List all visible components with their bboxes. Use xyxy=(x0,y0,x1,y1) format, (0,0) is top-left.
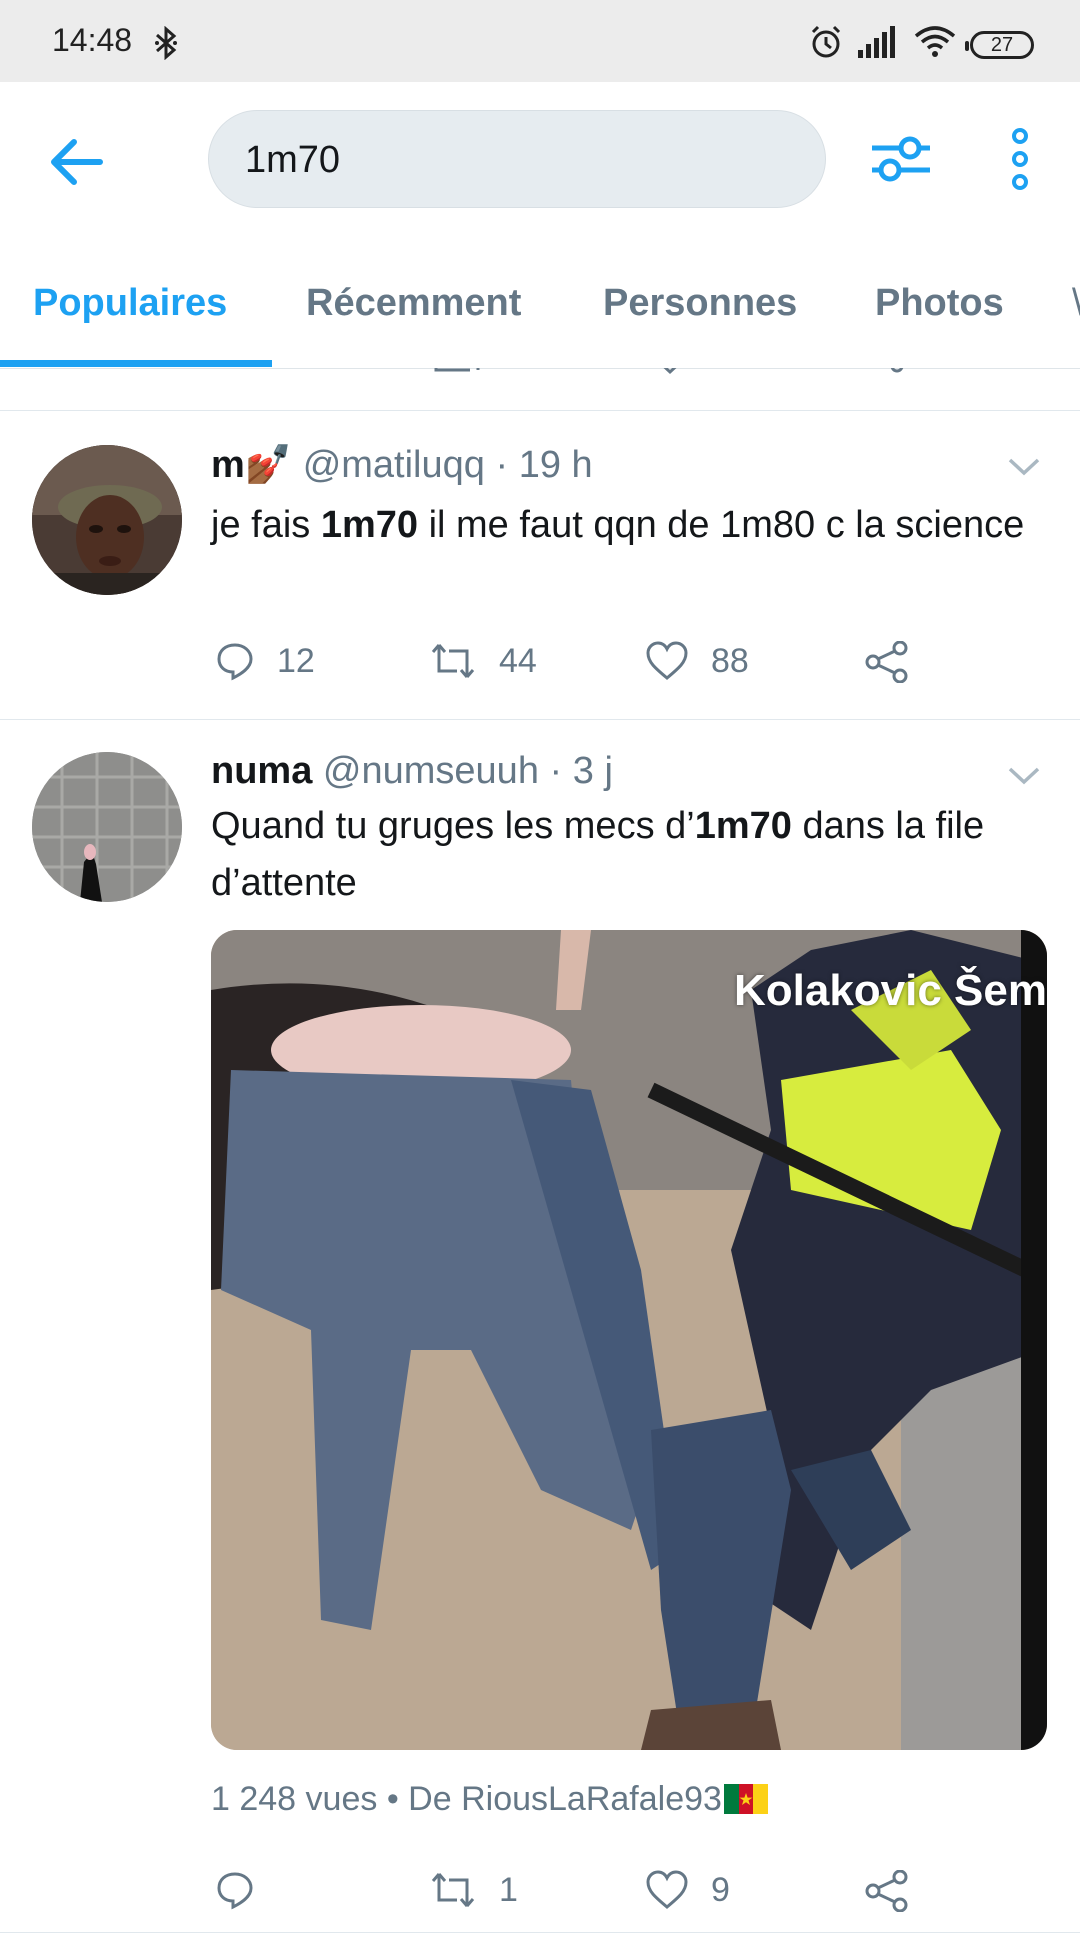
tweet-actions: 1 9 xyxy=(211,1870,931,1920)
more-vertical-icon[interactable] xyxy=(1004,126,1036,192)
search-highlight: 1m70 xyxy=(694,805,792,847)
share-button[interactable] xyxy=(865,1870,909,1912)
caption-separator: • xyxy=(386,1780,409,1818)
active-tab-indicator xyxy=(0,360,272,367)
signal-icon xyxy=(858,26,900,63)
share-icon xyxy=(865,1870,909,1912)
timestamp: 19 h xyxy=(518,444,593,486)
meta-separator: · xyxy=(538,750,573,792)
meta-separator: · xyxy=(484,444,519,486)
share-button[interactable] xyxy=(865,641,909,683)
like-button[interactable]: 88 xyxy=(645,641,749,681)
tweet-text: je fais 1m70 il me faut qqn de 1m80 c la… xyxy=(211,504,1025,546)
view-count: 1 248 vues xyxy=(211,1780,378,1818)
avatar[interactable] xyxy=(32,445,182,595)
retweet-button[interactable]: 44 xyxy=(429,641,537,681)
search-tabs: Populaires Récemment Personnes Photos \ xyxy=(0,242,1080,369)
heart-icon xyxy=(645,641,689,681)
battery-icon: 27 xyxy=(965,30,1034,59)
tab-personnes[interactable]: Personnes xyxy=(603,282,797,325)
status-bar: 14:48 27 xyxy=(0,0,1080,82)
reply-icon xyxy=(215,1870,255,1910)
reply-button[interactable]: 12 xyxy=(215,641,315,681)
timestamp: 3 j xyxy=(572,750,613,792)
previous-tweet-actions xyxy=(0,368,1080,410)
tweet-header: m💅🏾 @matiluqq · 19 h xyxy=(211,443,593,487)
chevron-down-icon[interactable] xyxy=(1004,451,1044,481)
heart-icon xyxy=(645,1870,689,1910)
avatar[interactable] xyxy=(32,752,182,902)
tab-photos[interactable]: Photos xyxy=(875,282,1004,325)
back-arrow-icon[interactable] xyxy=(48,134,108,190)
divider xyxy=(0,1932,1080,1933)
retweet-icon xyxy=(429,1870,477,1910)
tweet-text: Quand tu gruges les mecs d’1m70 dans la … xyxy=(211,805,985,904)
handle[interactable]: @numseuuh xyxy=(323,750,539,792)
search-input[interactable]: 1m70 xyxy=(208,110,826,208)
like-button[interactable]: 9 xyxy=(645,1870,730,1910)
chevron-down-icon[interactable] xyxy=(1004,760,1044,790)
video-media[interactable]: Kolakovic Šem xyxy=(211,930,1047,1750)
tweet-actions: 12 44 88 xyxy=(211,641,931,691)
media-caption: 1 248 vues • De RiousLaRafale93 xyxy=(211,1780,768,1819)
retweet-icon xyxy=(429,641,477,681)
bluetooth-icon xyxy=(154,25,178,65)
display-name[interactable]: m xyxy=(211,444,245,486)
reply-count: 12 xyxy=(277,641,315,680)
reply-button[interactable] xyxy=(215,1870,277,1910)
reply-icon xyxy=(215,641,255,681)
retweet-count: 1 xyxy=(499,1870,518,1909)
source-link[interactable]: De RiousLaRafale93 xyxy=(408,1780,722,1818)
display-name[interactable]: numa xyxy=(211,750,312,792)
search-highlight: 1m70 xyxy=(320,504,419,546)
name-emoji: 💅🏾 xyxy=(244,444,293,486)
video-watermark: Kolakovic Šem xyxy=(733,966,1047,1015)
tab-overflow-indicator: \ xyxy=(1072,282,1080,325)
share-icon xyxy=(865,641,909,683)
retweet-button[interactable]: 1 xyxy=(429,1870,518,1910)
tweet-header: numa @numseuuh · 3 j xyxy=(211,750,613,793)
handle[interactable]: @matiluqq xyxy=(303,444,485,486)
search-header: 1m70 xyxy=(0,82,1080,242)
retweet-count: 44 xyxy=(499,641,537,680)
cameroon-flag-icon xyxy=(723,1784,768,1814)
alarm-icon xyxy=(808,24,844,65)
tab-populaires[interactable]: Populaires xyxy=(33,282,227,325)
status-time: 14:48 xyxy=(52,22,133,58)
filter-icon[interactable] xyxy=(868,126,934,192)
like-count: 88 xyxy=(711,641,749,680)
tweet[interactable]: numa @numseuuh · 3 j Quand tu gruges les… xyxy=(0,720,1080,1932)
tab-recemment[interactable]: Récemment xyxy=(306,282,521,325)
wifi-icon xyxy=(914,26,956,63)
tweet[interactable]: m💅🏾 @matiluqq · 19 h je fais 1m70 il me … xyxy=(0,411,1080,719)
like-count: 9 xyxy=(711,1870,730,1909)
